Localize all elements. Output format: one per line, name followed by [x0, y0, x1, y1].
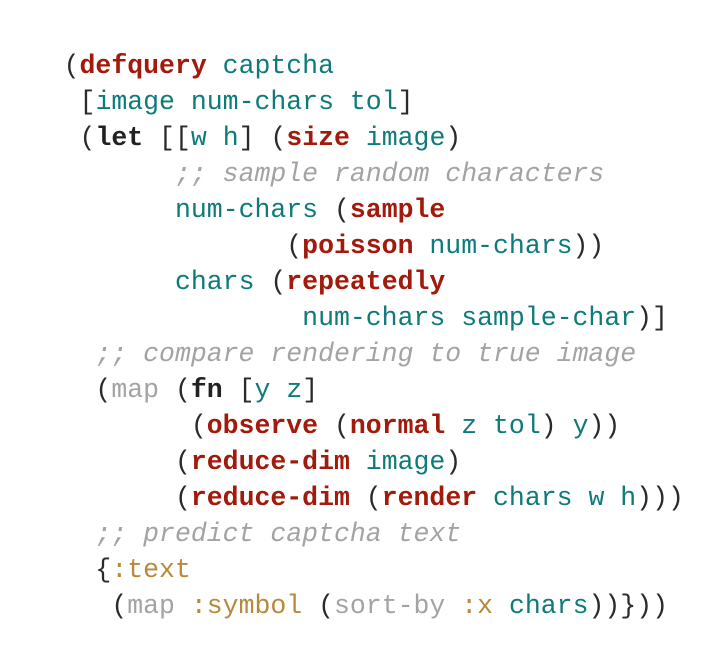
code-line: ;; predict captcha text — [0, 480, 461, 549]
code-token: z — [461, 411, 478, 441]
code-line: ;; sample random characters — [0, 120, 604, 189]
code-token: ( — [302, 591, 335, 621]
code-token: ( — [63, 591, 128, 621]
code-token: )) — [572, 231, 605, 261]
code-line: [image num-chars tol] — [0, 48, 414, 117]
code-token: y — [572, 411, 589, 441]
code-token: )] — [636, 303, 668, 333]
code-token: h — [620, 483, 637, 513]
code-token: chars — [493, 483, 573, 513]
code-block: (defquery captcha [image num-chars tol] … — [0, 0, 715, 621]
code-line: (let [[w h] (size image) — [0, 84, 462, 153]
code-token: )) — [588, 411, 621, 441]
code-token: ))})) — [588, 591, 668, 621]
code-line: num-chars (sample — [0, 156, 445, 225]
code-token: :x — [461, 591, 494, 621]
code-line: {:text — [0, 516, 190, 585]
code-line: (observe (normal z tol) y)) — [0, 372, 620, 441]
code-token: w — [588, 483, 605, 513]
code-token: :symbol — [190, 591, 303, 621]
code-token: ) — [540, 411, 573, 441]
code-line: (defquery captcha — [0, 12, 334, 81]
code-token: sort-by — [334, 591, 446, 621]
code-line: (map (fn [y z] — [0, 336, 318, 405]
code-line: (reduce-dim image) — [0, 408, 461, 477]
code-token: num-chars — [429, 231, 573, 261]
code-token: ))) — [636, 483, 684, 513]
code-token: chars — [508, 591, 589, 621]
code-token: tol — [493, 411, 541, 441]
code-line: chars (repeatedly — [0, 228, 445, 297]
code-line: ;; compare rendering to true image — [0, 300, 636, 369]
code-line: num-chars sample-char)] — [0, 264, 668, 333]
code-token: map — [127, 591, 175, 621]
code-line: (map :symbol (sort-by :x chars))})) — [0, 552, 668, 621]
code-line: (poisson num-chars)) — [0, 192, 604, 261]
code-line: (reduce-dim (render chars w h))) — [0, 444, 684, 513]
